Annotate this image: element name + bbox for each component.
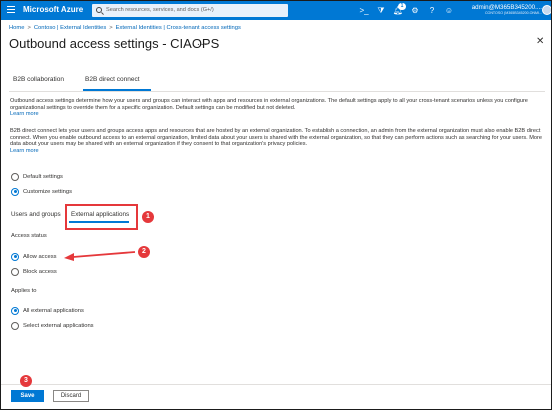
radio-all-external-applications[interactable]: All external applications [11, 306, 84, 315]
filter-icon[interactable]: ⧩ [375, 4, 387, 17]
notification-badge: 1 [398, 3, 406, 10]
radio-allow-access[interactable]: Allow access [11, 252, 57, 261]
radio-block-access[interactable]: Block access [11, 267, 57, 276]
radio-label: Block access [23, 268, 57, 275]
menu-icon[interactable] [7, 6, 15, 14]
radio-label: Select external applications [23, 322, 94, 329]
tab-divider [9, 91, 545, 92]
callout-badge-1: 1 [142, 211, 154, 223]
radio-default-settings[interactable]: Default settings [11, 172, 63, 181]
breadcrumb-separator: > [109, 25, 113, 31]
tab-users-and-groups[interactable]: Users and groups [11, 211, 61, 218]
b2b-direct-connect-description: B2B direct connect lets your users and g… [10, 128, 542, 154]
avatar[interactable] [542, 5, 551, 15]
breadcrumb: Home > Contoso | External Identities > Exter… [9, 25, 241, 31]
radio-button[interactable] [11, 172, 19, 181]
save-button[interactable]: Save [11, 390, 44, 402]
radio-customize-settings[interactable]: Customize settings [11, 187, 72, 196]
radio-label: Customize settings [23, 188, 72, 195]
cloud-shell-icon[interactable]: >_ [358, 4, 370, 17]
feedback-icon[interactable]: ☺ [443, 4, 455, 17]
applies-to-label: Applies to [11, 288, 37, 294]
tab-b2b-collaboration[interactable]: B2B collaboration [13, 76, 64, 83]
breadcrumb-home[interactable]: Home [9, 25, 24, 31]
breadcrumb-separator: > [27, 25, 31, 31]
page-title: Outbound access settings - CIAOPS [9, 36, 220, 51]
account-org: CONTOSO (M365B345200.ONMI... [484, 11, 542, 15]
radio-button[interactable] [11, 321, 19, 330]
b2b-direct-connect-text: B2B direct connect lets your users and g… [10, 128, 543, 148]
discard-button[interactable]: Discard [53, 390, 89, 402]
search-box[interactable]: Search resources, services, and docs (G+… [92, 4, 288, 17]
highlight-box [65, 204, 138, 230]
radio-button-selected[interactable] [11, 187, 19, 196]
radio-label: All external applications [23, 307, 84, 314]
learn-more-link-1[interactable]: Learn more [10, 111, 39, 117]
brand-label[interactable]: Microsoft Azure [23, 5, 83, 14]
search-icon [96, 7, 102, 13]
learn-more-link-2[interactable]: Learn more [10, 148, 39, 154]
top-bar: Microsoft Azure Search resources, servic… [1, 1, 551, 20]
access-status-label: Access status [11, 233, 47, 239]
azure-portal-window: Microsoft Azure Search resources, servic… [0, 0, 552, 410]
radio-label: Default settings [23, 173, 63, 180]
callout-badge-3: 3 [20, 375, 32, 387]
radio-button-selected[interactable] [11, 252, 19, 261]
arrow-shaft [72, 251, 136, 258]
radio-button[interactable] [11, 267, 19, 276]
gear-icon[interactable]: ⚙ [409, 4, 421, 17]
arrow-head [64, 253, 74, 261]
search-placeholder: Search resources, services, and docs (G+… [106, 7, 214, 13]
help-icon[interactable]: ? [426, 4, 438, 17]
account-user: admin@M365B345200.... [471, 4, 542, 11]
radio-label: Allow access [23, 253, 57, 260]
breadcrumb-cross-tenant-access[interactable]: External Identities | Cross-tenant acces… [116, 25, 241, 31]
close-icon[interactable]: ✕ [536, 36, 544, 47]
callout-badge-2: 2 [138, 246, 150, 258]
more-options-button[interactable]: ... [197, 37, 208, 48]
tab-b2b-direct-connect[interactable]: B2B direct connect [85, 76, 140, 83]
radio-select-external-applications[interactable]: Select external applications [11, 321, 94, 330]
outbound-description: Outbound access settings determine how y… [10, 98, 542, 118]
outbound-description-text: Outbound access settings determine how y… [10, 98, 528, 111]
account-menu[interactable]: admin@M365B345200.... CONTOSO (M365B3452… [464, 4, 542, 16]
footer-divider [1, 384, 551, 385]
radio-button-selected[interactable] [11, 306, 19, 315]
breadcrumb-contoso-external-identities[interactable]: Contoso | External Identities [34, 25, 106, 31]
